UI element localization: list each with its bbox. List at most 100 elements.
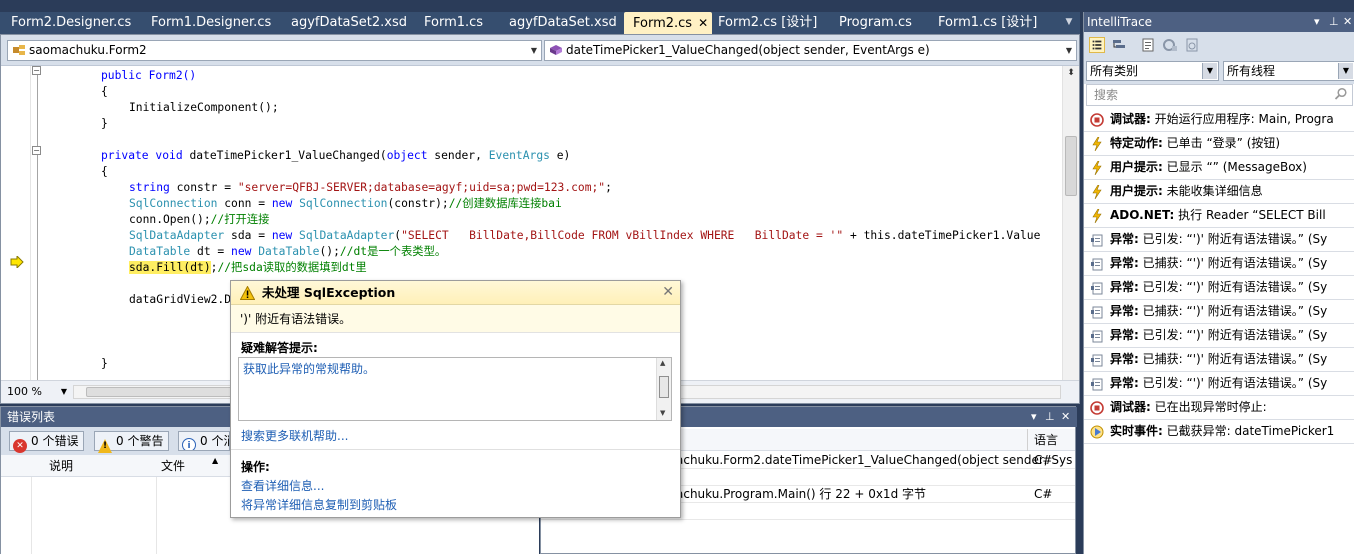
intellitrace-event-row[interactable]: 用户提示: 未能收集详细信息 [1084, 180, 1354, 204]
intellitrace-event-row[interactable]: 异常: 已引发: “')' 附近有语法错误。” (Sy [1084, 372, 1354, 396]
lightning-icon [1092, 161, 1102, 175]
errors-filter-button[interactable]: ✕ 0 个错误 [9, 431, 85, 453]
info-icon: i [182, 438, 196, 450]
exception-icon [1091, 234, 1103, 247]
search-icon[interactable] [1334, 87, 1348, 101]
tab-form1-cs-design[interactable]: Form1.cs [设计] [927, 12, 1037, 34]
save-log-icon[interactable] [1184, 37, 1200, 53]
current-statement-arrow-icon [10, 256, 24, 268]
events-view-icon[interactable] [1089, 37, 1105, 53]
event-text: 已引发: “')' 附近有语法错误。” (Sy [1138, 328, 1328, 342]
code-line: conn.Open();//打开连接 [129, 213, 270, 226]
actions-heading: 操作: [241, 460, 270, 474]
collapse-icon[interactable]: − [32, 146, 41, 155]
warning-icon: ! [98, 439, 112, 453]
event-kind: 特定动作: [1110, 136, 1163, 150]
code-line: InitializeComponent(); [129, 101, 279, 114]
event-kind: 异常: [1110, 376, 1139, 390]
tab-agyfdataset-xsd[interactable]: agyfDataSet.xsd [498, 12, 617, 34]
code-line: SqlDataAdapter sda = new SqlDataAdapter(… [129, 229, 1041, 242]
scroll-thumb[interactable] [659, 376, 669, 398]
code-line: SqlConnection conn = new SqlConnection(c… [129, 197, 562, 210]
column-description[interactable]: 说明 [49, 455, 73, 477]
intellitrace-event-row[interactable]: 调试器: 已在出现异常时停止: [1084, 396, 1354, 420]
intellitrace-event-row[interactable]: 特定动作: 已单击 “登录” (按钮) [1084, 132, 1354, 156]
copy-exception-link[interactable]: 将异常详细信息复制到剪贴板 [241, 496, 397, 513]
member-combo[interactable]: dateTimePicker1_ValueChanged(object send… [544, 40, 1077, 61]
chevron-down-icon[interactable]: ▼ [1062, 41, 1076, 60]
column-language[interactable]: 语言 [1034, 429, 1058, 451]
close-icon[interactable]: ✕ [662, 284, 674, 300]
general-help-link[interactable]: 获取此异常的常规帮助。 [243, 360, 375, 377]
indicator-margin [1, 66, 31, 381]
event-text: 已显示 “” (MessageBox) [1162, 160, 1307, 174]
chevron-down-icon[interactable]: ▼ [1338, 63, 1353, 79]
lightning-icon [1092, 209, 1102, 223]
scroll-up-icon[interactable]: ▲ [660, 359, 665, 367]
tab-program-cs[interactable]: Program.cs [828, 12, 912, 34]
chevron-down-icon[interactable]: ▼ [1202, 63, 1217, 79]
chevron-down-icon[interactable]: ▼ [527, 41, 541, 60]
intellitrace-event-row[interactable]: 用户提示: 已显示 “” (MessageBox) [1084, 156, 1354, 180]
intellitrace-event-list: 调试器: 开始运行应用程序: Main, Progra 特定动作: 已单击 “登录… [1084, 108, 1354, 554]
event-text: 已捕获: “')' 附近有语法错误。” (Sy [1138, 304, 1328, 318]
intellitrace-title-bar: IntelliTrace ▾ ⊥ ✕ [1084, 12, 1354, 32]
intellitrace-event-row[interactable]: 异常: 已引发: “')' 附近有语法错误。” (Sy [1084, 324, 1354, 348]
code-line: } [101, 357, 108, 370]
settings-icon[interactable] [1140, 37, 1156, 53]
method-icon [550, 45, 562, 55]
view-details-link[interactable]: 查看详细信息... [241, 477, 324, 494]
close-panel-icon[interactable]: ✕ [1061, 407, 1070, 427]
thread-filter-select[interactable]: 所有线程 ▼ [1223, 61, 1354, 81]
intellitrace-event-row[interactable]: 异常: 已捕获: “')' 附近有语法错误。” (Sy [1084, 300, 1354, 324]
intellitrace-event-row[interactable]: 实时事件: 已截获异常: dateTimePicker1 [1084, 420, 1354, 444]
tab-form2-designer-cs[interactable]: Form2.Designer.cs [0, 12, 131, 34]
intellitrace-event-row[interactable]: 异常: 已引发: “')' 附近有语法错误。” (Sy [1084, 228, 1354, 252]
scroll-down-icon[interactable]: ▼ [660, 409, 665, 417]
splitter-icon[interactable]: ⬍ [1065, 68, 1077, 78]
error-icon: ✕ [13, 439, 27, 453]
event-text: 已在出现异常时停止: [1150, 400, 1267, 414]
close-panel-icon[interactable]: ✕ [1343, 12, 1352, 32]
intellitrace-search-input[interactable]: 搜索 [1086, 84, 1353, 106]
exception-icon [1091, 378, 1103, 391]
intellitrace-event-row[interactable]: 异常: 已捕获: “')' 附近有语法错误。” (Sy [1084, 348, 1354, 372]
category-filter-select[interactable]: 所有类别 ▼ [1086, 61, 1219, 81]
panel-menu-icon[interactable]: ▾ [1031, 407, 1037, 427]
tab-agyfdataset2-xsd[interactable]: agyfDataSet2.xsd [280, 12, 407, 34]
panel-menu-icon[interactable]: ▾ [1314, 12, 1320, 32]
collapse-icon[interactable]: − [32, 66, 41, 75]
tab-form2-cs-design[interactable]: Form2.cs [设计] [707, 12, 817, 34]
pin-icon[interactable]: ⊥ [1329, 12, 1339, 32]
column-file[interactable]: 文件 [161, 455, 185, 477]
scroll-thumb[interactable] [1065, 136, 1077, 196]
tab-form1-designer-cs[interactable]: Form1.Designer.cs [140, 12, 271, 34]
intellitrace-event-row[interactable]: ADO.NET: 执行 Reader “SELECT Bill [1084, 204, 1354, 228]
intellitrace-event-row[interactable]: 调试器: 开始运行应用程序: Main, Progra [1084, 108, 1354, 132]
tab-form1-cs[interactable]: Form1.cs [413, 12, 483, 34]
intellitrace-event-row[interactable]: 异常: 已捕获: “')' 附近有语法错误。” (Sy [1084, 252, 1354, 276]
code-line: } [101, 117, 108, 130]
event-text: 已引发: “')' 附近有语法错误。” (Sy [1138, 280, 1328, 294]
event-text: 已捕获: “')' 附近有语法错误。” (Sy [1138, 352, 1328, 366]
exception-message: ')' 附近有语法错误。 [231, 305, 680, 333]
pin-icon[interactable]: ⊥ [1045, 407, 1055, 427]
vertical-scrollbar[interactable]: ▲ ▼ [656, 358, 671, 420]
zoom-combo[interactable]: 100 % ▼ [7, 384, 67, 400]
event-text: 已引发: “')' 附近有语法错误。” (Sy [1138, 232, 1328, 246]
chevron-down-icon[interactable]: ▼ [61, 384, 67, 400]
class-combo[interactable]: saomachuku.Form2 ▼ [7, 40, 542, 61]
intellitrace-event-row[interactable]: 异常: 已引发: “')' 附近有语法错误。” (Sy [1084, 276, 1354, 300]
grid-line [31, 477, 32, 554]
open-log-icon[interactable] [1162, 37, 1178, 53]
tab-list-dropdown-icon[interactable]: ▼ [1062, 17, 1076, 31]
code-line: dataGridView2.D [129, 293, 232, 306]
event-text: 执行 Reader “SELECT Bill [1174, 208, 1326, 222]
search-online-help-link[interactable]: 搜索更多联机帮助... [241, 427, 348, 444]
warnings-filter-button[interactable]: ! 0 个警告 [94, 431, 170, 453]
event-kind: 实时事件: [1110, 424, 1163, 438]
messages-filter-button[interactable]: i0 个消 [178, 431, 230, 451]
tab-form2-cs[interactable]: Form2.cs ✕ [624, 12, 712, 34]
vertical-scrollbar[interactable]: ⬍ [1062, 66, 1079, 381]
calls-view-icon[interactable] [1111, 37, 1127, 53]
